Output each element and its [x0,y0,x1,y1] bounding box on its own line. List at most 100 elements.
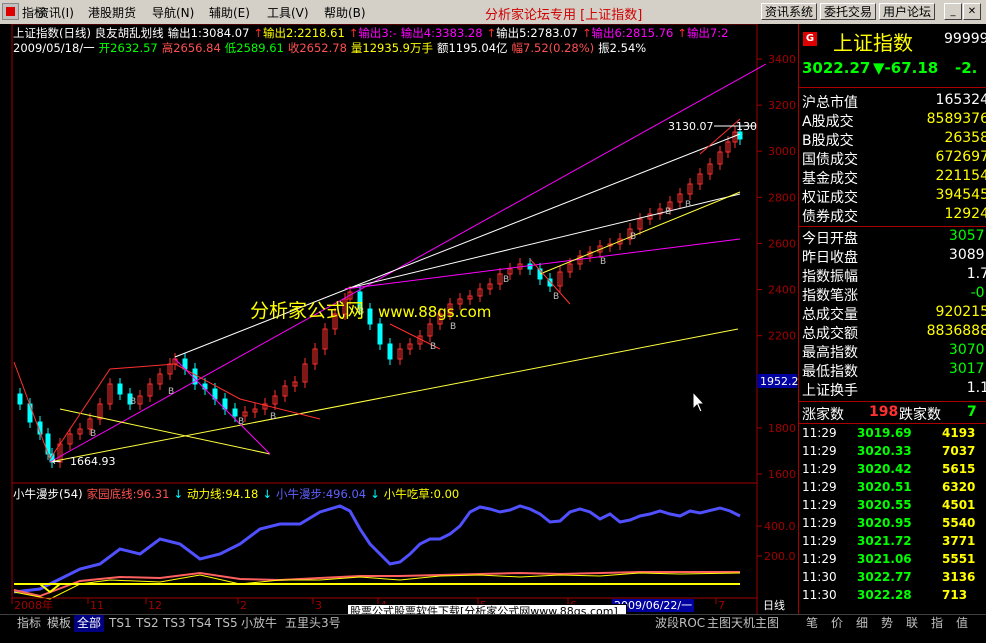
mouse-cursor-icon [692,390,706,413]
quote-row-label: B股成交 [802,133,854,149]
menu-tools[interactable]: 工具(V) [267,4,309,21]
menu-hk-futures[interactable]: 港股期货 [88,4,136,21]
candle-body [27,403,33,423]
candle-body [737,131,743,140]
quote-row: 总成交额 8836888 [799,323,986,342]
tick-price: 3020.55 [857,498,912,512]
tick-time: 11:29 [802,516,837,530]
indicator-label-1: 家园底线:96.31 [86,487,170,501]
menu-help[interactable]: 帮助(B) [324,4,366,21]
output-label-12: 输出7:2 [686,26,729,40]
price-chart[interactable]: 3400320030002800260024002200200018001600… [0,24,798,614]
quote-row: 最低指数 3017. [799,361,986,380]
panel-tab-6[interactable]: 值 [956,615,968,632]
panel-tab-2[interactable]: 细 [856,615,868,632]
tick-row: 11:30 3022.77 3136 [799,570,986,588]
minimize-icon[interactable]: _ [944,3,962,20]
quote-row-label: 指数振幅 [802,269,858,285]
quote-row: 指数笔涨 -0. [799,285,986,304]
info-line-ohlc: 2009/05/18/一 开2632.57 高2656.84 低2589.61 收265… [13,40,650,56]
quote-row-label: 基金成交 [802,171,858,187]
down-count-label: 跌家数 [899,407,941,423]
up-count-value: 198 [869,404,899,420]
ohlc-label-4: 收2652.78 [287,41,347,55]
panel-tab-3[interactable]: 势 [881,615,893,632]
quote-row-value: 394545 [935,187,986,203]
output-label-8: 输出5:2783.07 [496,26,578,40]
watermark-url: www.88gs.com [378,303,491,321]
quote-row: 沪总市值 165324 [799,92,986,111]
tab-2[interactable]: 全部 [74,615,105,632]
quote-row-label: 今日开盘 [802,231,858,247]
tab-3[interactable]: TS1 [106,615,135,632]
tab-10[interactable]: 波段ROC [652,615,708,632]
indicator-blue-line [13,504,741,594]
index-price: 3022.27 [802,59,871,77]
quote-row-value: 3089. [948,247,986,263]
ohlc-label-3: 低2589.61 [224,41,284,55]
tab-5[interactable]: TS3 [160,615,189,632]
tick-time: 11:29 [802,444,837,458]
ohlc-label-2: 高2656.84 [161,41,221,55]
tick-price: 3020.95 [857,516,912,530]
tab-7[interactable]: TS5 [212,615,241,632]
quote-row-label: 债券成交 [802,209,858,225]
tick-price: 3022.28 [857,588,912,602]
y-tick-label: 3400 [768,53,796,66]
trend-line-magenta-2 [344,238,741,290]
panel-tab-4[interactable]: 联 [906,615,918,632]
tab-1[interactable]: 模板 [44,615,74,632]
quote-row-value: 1.7 [966,266,986,282]
quote-row: 今日开盘 3057. [799,228,986,247]
info-system-button[interactable]: 资讯系统 [761,3,818,20]
tab-11[interactable]: 主图天机主图 [704,615,782,632]
tick-price: 3022.77 [857,570,912,584]
close-icon[interactable]: ✕ [963,3,981,20]
panel-tab-5[interactable]: 指 [931,615,943,632]
quote-row-label: 最高指数 [802,345,858,361]
bottom-tab-bar: 指标 模板 全部 TS1 TS2 TS3 TS4 TS5 小放牛 五里头3号 波段ROC 主图天机主图… [0,614,986,643]
current-price-label: 1952.2 [760,375,798,388]
indicator-label-6: ↓ [370,487,380,501]
menu-assist[interactable]: 辅助(E) [209,4,250,21]
panel-tab-0[interactable]: 笔 [806,615,818,632]
quote-row-value: 3057. [948,228,986,244]
y-tick-label: 1800 [768,422,796,435]
trade-button[interactable]: 委托交易 [820,3,877,20]
output-label-0: 上证指数(日线) 良友胡乱划线 [13,26,164,40]
output-label-9: ↑ [581,26,592,40]
x-tick-label: 3 [315,599,322,612]
tick-time: 11:29 [802,534,837,548]
tick-row: 11:29 3020.51 6320 [799,480,986,498]
quote-row-value: 26358 [944,130,986,146]
tick-row: 11:29 3020.55 4501 [799,498,986,516]
tab-9[interactable]: 五里头3号 [282,615,344,632]
trend-line-yellow [49,328,739,463]
tab-8[interactable]: 小放牛 [238,615,280,632]
quote-row-value: 12924 [944,206,986,222]
tab-0[interactable]: 指标 [14,615,44,632]
ohlc-label-7: 幅7.52(0.28%) [511,41,595,55]
quote-row-value: 920215 [935,304,986,320]
output-label-4: ↑ [348,26,359,40]
trend-line-red-3 [529,258,571,305]
tab-4[interactable]: TS2 [133,615,162,632]
ohlc-label-5: 量12935.9万手 [350,41,433,55]
quote-row: 指数振幅 1.7 [799,266,986,285]
b-marker: B [90,429,96,439]
panel-tab-1[interactable]: 价 [831,615,843,632]
trend-line-yellow-2 [539,191,741,275]
forum-button[interactable]: 用户论坛 [879,3,936,20]
menu-navigate[interactable]: 导航(N) [152,4,194,21]
output-label-5: 输出3:- [358,26,397,40]
x-tick-label: 2008年 [14,598,53,612]
quote-row-label: 总成交量 [802,307,858,323]
menu-info[interactable]: 资讯(I) [37,4,74,21]
indicator-label-0: 小牛漫步(54) [13,487,83,501]
tick-row: 11:29 3021.06 5551 [799,552,986,570]
quote-row-label: 指数笔涨 [802,288,858,304]
indicator-label-4: ↓ [262,487,272,501]
tab-6[interactable]: TS4 [186,615,215,632]
chart-area[interactable]: 3400320030002800260024002200200018001600… [0,24,798,614]
tick-price: 3020.51 [857,480,912,494]
